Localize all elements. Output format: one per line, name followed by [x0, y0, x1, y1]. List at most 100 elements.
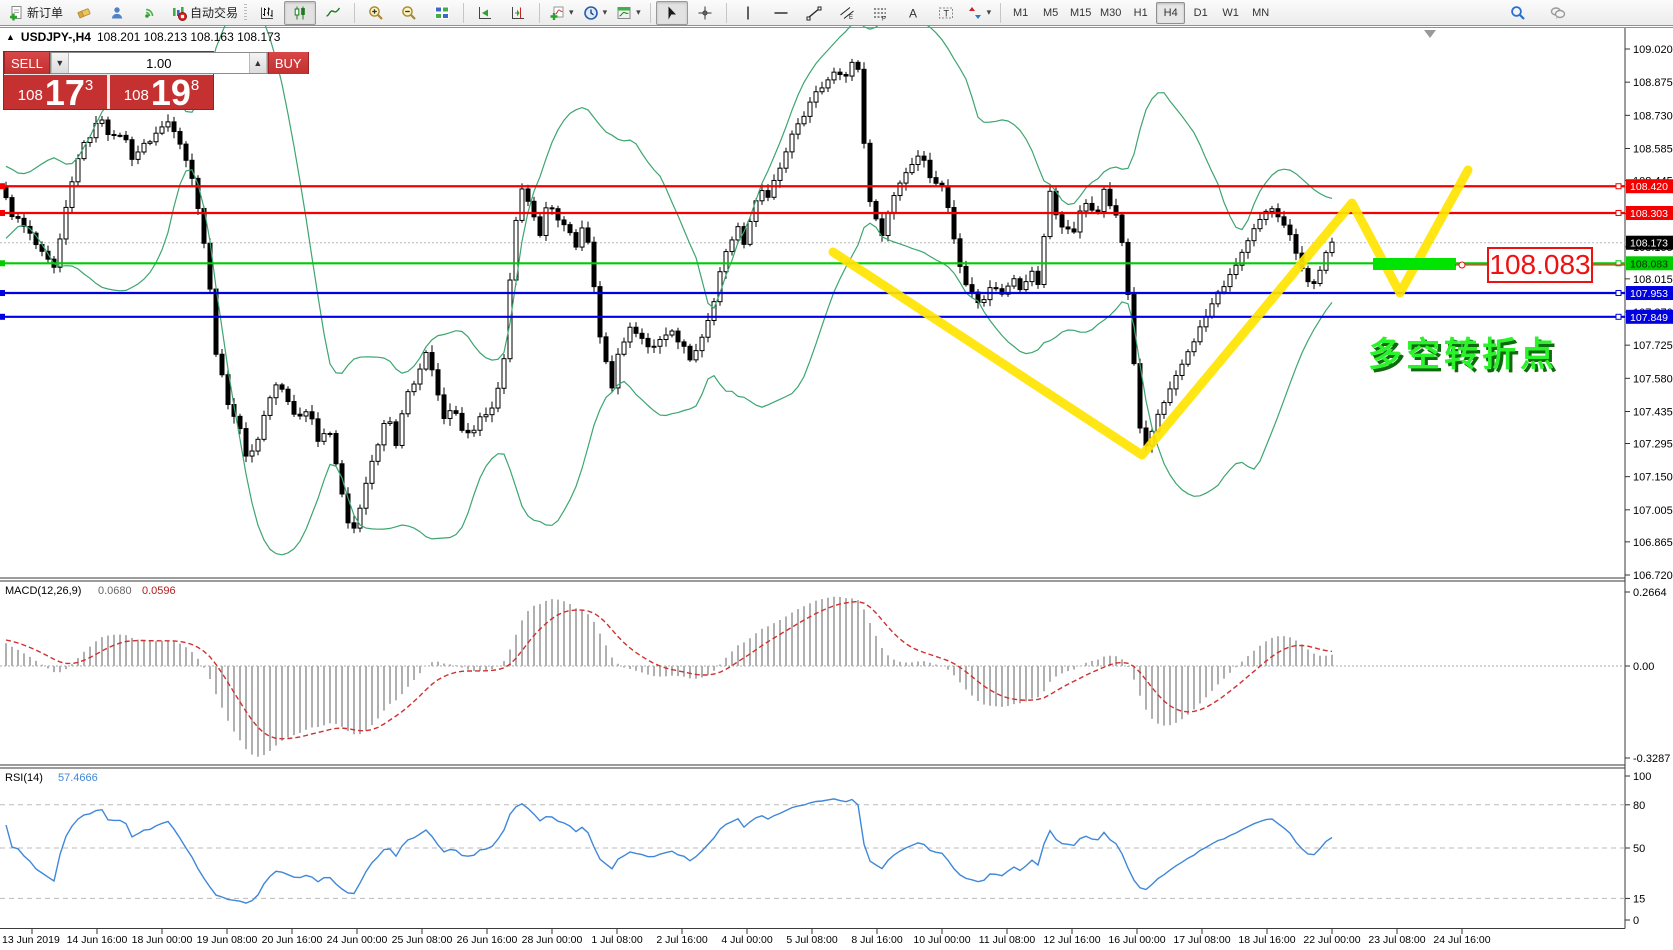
bar-chart-button[interactable] — [251, 1, 283, 25]
svg-text:25 Jun 08:00: 25 Jun 08:00 — [392, 934, 453, 946]
dropdown-caret: ▾ — [569, 7, 574, 18]
svg-text:19 Jun 08:00: 19 Jun 08:00 — [197, 934, 258, 946]
zoom-in-icon — [368, 5, 384, 21]
svg-text:20 Jun 16:00: 20 Jun 16:00 — [262, 934, 323, 946]
auto-trading-button[interactable]: 自动交易 — [167, 1, 242, 25]
svg-text:108.173: 108.173 — [1630, 238, 1668, 250]
rsi-layer — [0, 799, 1625, 903]
crosshair-button[interactable] — [689, 1, 721, 25]
toolbar-separator — [354, 3, 355, 23]
templates-button[interactable]: ▾ — [612, 1, 645, 25]
auto-scroll-icon — [477, 5, 493, 21]
timeframe-m30[interactable]: M30 — [1096, 2, 1125, 24]
svg-text:0: 0 — [1633, 915, 1639, 927]
svg-text:24 Jun 00:00: 24 Jun 00:00 — [327, 934, 388, 946]
periods-button[interactable]: ▾ — [579, 1, 612, 25]
profile-button[interactable] — [101, 1, 133, 25]
indicators-button[interactable]: ▾ — [545, 1, 578, 25]
chart-canvas[interactable]: 109.020108.875108.730108.585108.445108.3… — [0, 0, 1673, 950]
timeframe-m15[interactable]: M15 — [1066, 2, 1095, 24]
volume-increase-button[interactable]: ▲ — [249, 53, 267, 73]
timeframe-d1[interactable]: D1 — [1186, 2, 1215, 24]
candlestick-chart-button[interactable] — [284, 1, 316, 25]
svg-text:57.4666: 57.4666 — [58, 772, 98, 784]
line-chart-button[interactable] — [317, 1, 349, 25]
svg-text:107.295: 107.295 — [1633, 439, 1673, 451]
arrows-icon — [967, 5, 983, 21]
svg-text:0.2664: 0.2664 — [1633, 587, 1667, 599]
new-order-button[interactable]: 新订单 — [4, 1, 67, 25]
fibonacci-icon: F — [872, 5, 888, 21]
chart-shift-button[interactable] — [502, 1, 534, 25]
buy-button[interactable]: BUY — [268, 52, 309, 74]
eraser-icon — [76, 5, 92, 21]
signals-button[interactable] — [134, 1, 166, 25]
timeframe-m5[interactable]: M5 — [1036, 2, 1065, 24]
timeframe-h4[interactable]: H4 — [1156, 2, 1185, 24]
clock-icon — [583, 5, 599, 21]
text-label-button[interactable]: T — [930, 1, 962, 25]
turning-point-text: 多空转折点 — [1368, 336, 1558, 374]
svg-text:106.865: 106.865 — [1633, 537, 1673, 549]
svg-text:50: 50 — [1633, 843, 1645, 855]
toolbar-separator — [463, 3, 464, 23]
svg-text:2 Jul 16:00: 2 Jul 16:00 — [656, 934, 708, 946]
svg-text:107.580: 107.580 — [1633, 373, 1673, 385]
svg-text:RSI(14): RSI(14) — [5, 772, 43, 784]
cursor-button[interactable] — [656, 1, 688, 25]
delete-objects-button[interactable] — [68, 1, 100, 25]
svg-text:107.435: 107.435 — [1633, 406, 1673, 418]
price-callout-text: 108.083 — [1489, 249, 1590, 280]
collapse-triangle-icon[interactable]: ▲ — [6, 32, 15, 42]
search-button[interactable] — [1502, 1, 1534, 25]
buy-price-display[interactable]: 108 19 8 — [110, 75, 213, 109]
arrows-button[interactable]: ▾ — [963, 1, 996, 25]
symbol-name: USDJPY-,H4 — [21, 30, 91, 44]
auto-scroll-button[interactable] — [469, 1, 501, 25]
timeframe-w1[interactable]: W1 — [1216, 2, 1245, 24]
macd-layer — [0, 597, 1625, 757]
tile-windows-button[interactable] — [426, 1, 458, 25]
zoom-out-button[interactable] — [393, 1, 425, 25]
sell-button[interactable]: SELL — [4, 52, 50, 74]
timeframe-m1[interactable]: M1 — [1006, 2, 1035, 24]
green-highlight-bar[interactable] — [1373, 258, 1456, 270]
svg-text:106.720: 106.720 — [1633, 570, 1673, 582]
svg-text:17 Jul 08:00: 17 Jul 08:00 — [1173, 934, 1230, 946]
timeframe-mn[interactable]: MN — [1246, 2, 1275, 24]
tile-windows-icon — [434, 5, 450, 21]
vertical-line-button[interactable] — [732, 1, 764, 25]
cursor-icon — [664, 5, 680, 21]
symbol-info-bar[interactable]: ▲ USDJPY-,H4 108.201 108.213 108.163 108… — [6, 30, 280, 44]
dropdown-caret: ▾ — [603, 7, 608, 18]
equidistant-channel-button[interactable]: E — [831, 1, 863, 25]
sell-price-display[interactable]: 108 17 3 — [4, 75, 107, 109]
fibonacci-button[interactable]: F — [864, 1, 896, 25]
volume-decrease-button[interactable]: ▼ — [51, 53, 69, 73]
horizontal-line-icon — [773, 5, 789, 21]
crosshair-icon — [697, 5, 713, 21]
rsi-line — [6, 799, 1332, 903]
dropdown-caret: ▾ — [636, 7, 641, 18]
chat-icon — [1550, 5, 1566, 21]
chart-shift-marker — [1424, 30, 1436, 38]
label-t-icon: T — [938, 5, 954, 21]
macd-axis: 0.26640.00-0.3287 — [1625, 587, 1670, 765]
toolbar-separator — [1000, 3, 1001, 23]
text-button[interactable]: A — [897, 1, 929, 25]
new-order-icon — [8, 5, 24, 21]
svg-text:22 Jul 00:00: 22 Jul 00:00 — [1303, 934, 1360, 946]
svg-text:4 Jul 00:00: 4 Jul 00:00 — [721, 934, 773, 946]
channel-icon: E — [839, 5, 855, 21]
toolbar-separator — [539, 3, 540, 23]
svg-text:15: 15 — [1633, 893, 1645, 905]
chat-button[interactable] — [1542, 1, 1574, 25]
volume-input[interactable] — [69, 53, 249, 73]
text-a-icon: A — [905, 5, 921, 21]
svg-text:F: F — [882, 16, 886, 21]
horizontal-line-button[interactable] — [765, 1, 797, 25]
timeframe-h1[interactable]: H1 — [1126, 2, 1155, 24]
trendline-button[interactable] — [798, 1, 830, 25]
svg-text:108.083: 108.083 — [1630, 258, 1668, 270]
zoom-in-button[interactable] — [360, 1, 392, 25]
